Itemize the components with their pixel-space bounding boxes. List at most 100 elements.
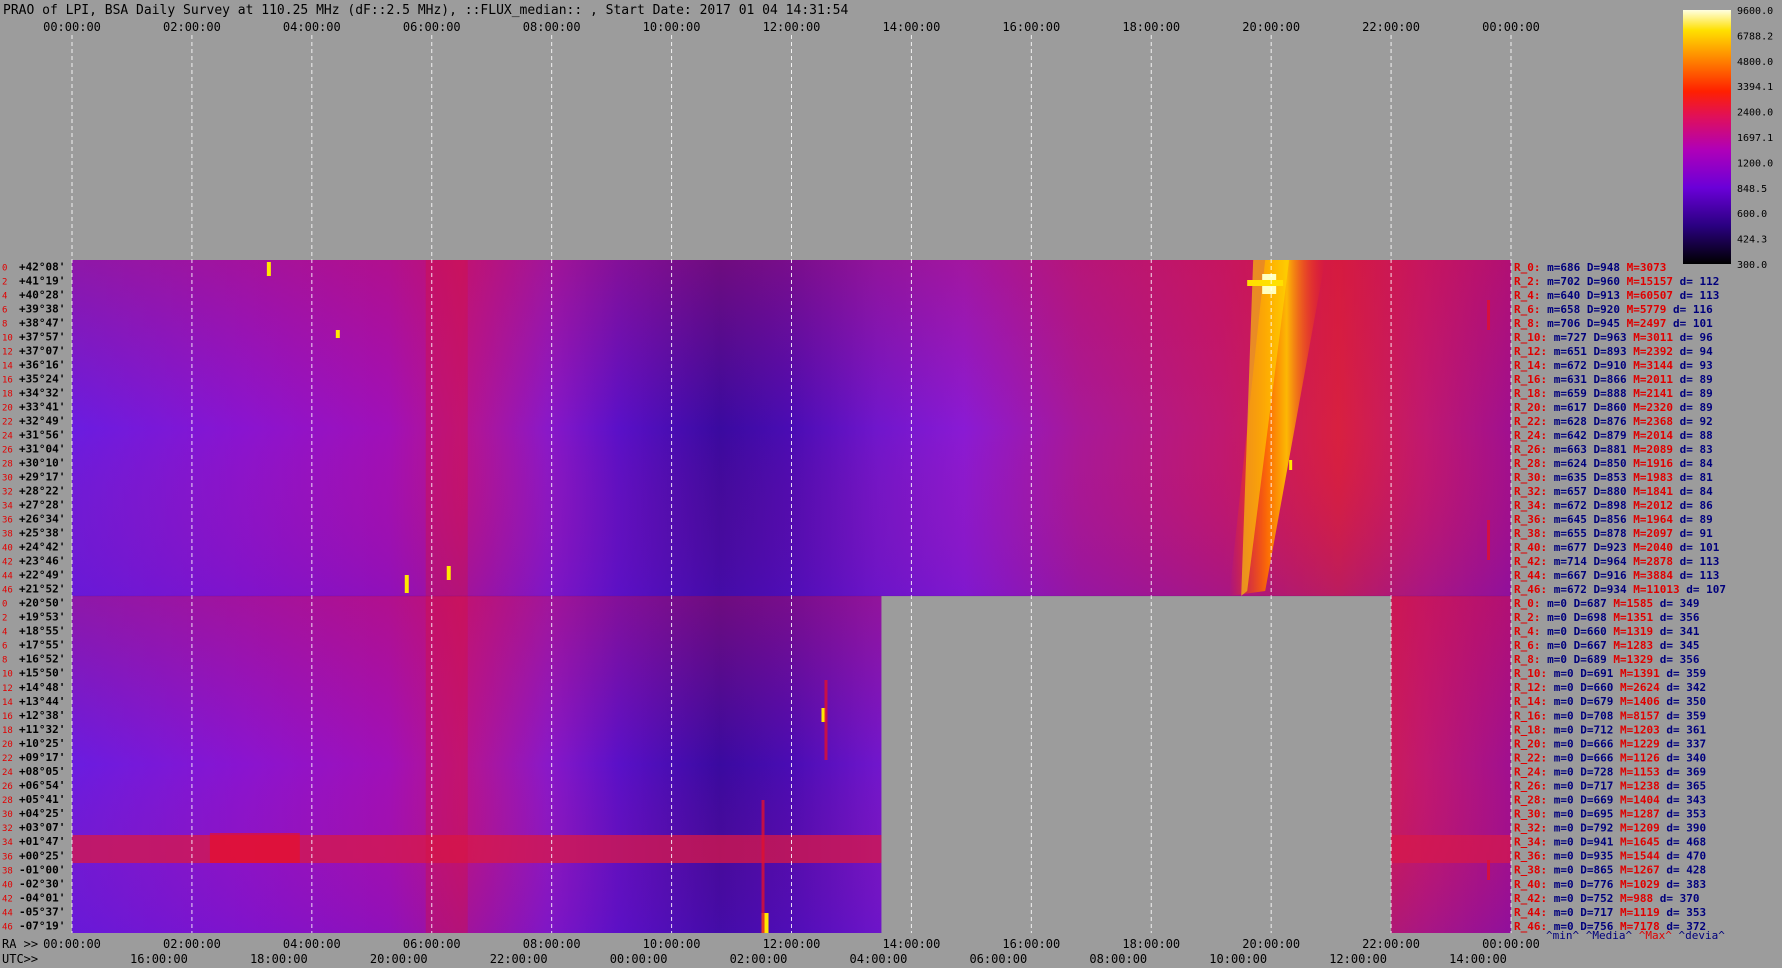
colorbar-tick-label: 4800.0 xyxy=(1737,57,1773,68)
stats-block1-row: R_44: m=667 D=916 M=3884 d= 113 xyxy=(1514,569,1719,582)
block1-row-number: 26 xyxy=(2,446,13,456)
block2-declination-label: +10°25' xyxy=(19,737,65,750)
block1-row-number: 18 xyxy=(2,390,13,400)
stats-block2-row: R_30: m=0 D=695 M=1287 d= 353 xyxy=(1514,808,1706,821)
block2-row-number: 10 xyxy=(2,670,13,680)
colorbar-tick-label: 3394.1 xyxy=(1737,82,1773,93)
colorbar-tick-label: 6788.2 xyxy=(1737,31,1773,42)
block1-row-number: 16 xyxy=(2,376,13,386)
stats-block1-row: R_18: m=659 D=888 M=2141 d= 89 xyxy=(1514,387,1713,400)
stats-block1-row: R_24: m=642 D=879 M=2014 d= 88 xyxy=(1514,429,1713,442)
block2-declination-label: +06°54' xyxy=(19,779,65,792)
block2-row-number: 42 xyxy=(2,894,13,904)
utc-tick-label: 22:00:00 xyxy=(490,952,548,966)
stats-block1-row: R_8: m=706 D=945 M=2497 d= 101 xyxy=(1514,317,1713,330)
utc-tick-label: 16:00:00 xyxy=(130,952,188,966)
stats-block2-row: R_16: m=0 D=708 M=8157 d= 359 xyxy=(1514,709,1706,722)
block2-row-number: 36 xyxy=(2,852,13,862)
stats-block1-row: R_10: m=727 D=963 M=3011 d= 96 xyxy=(1514,331,1713,344)
block1-declination-label: +31°56' xyxy=(19,429,65,442)
block2-row-number: 32 xyxy=(2,824,13,834)
block1-row-number: 40 xyxy=(2,544,13,554)
block2-row-number: 4 xyxy=(2,628,7,638)
ra-tick-label-top: 16:00:00 xyxy=(1002,20,1060,34)
block1-declination-label: +21°52' xyxy=(19,583,65,596)
block1-declination-label: +25°38' xyxy=(19,527,65,540)
stats-block1-row: R_26: m=663 D=881 M=2089 d= 83 xyxy=(1514,443,1713,456)
stats-block2-row: R_34: m=0 D=941 M=1645 d= 468 xyxy=(1514,836,1706,849)
stats-block1-row: R_22: m=628 D=876 M=2368 d= 92 xyxy=(1514,415,1713,428)
utc-tick-label: 12:00:00 xyxy=(1329,952,1387,966)
block2-declination-label: -01°00' xyxy=(19,863,65,876)
stats-block1-row: R_6: m=658 D=920 M=5779 d= 116 xyxy=(1514,303,1713,316)
ra-tick-label-bottom: 04:00:00 xyxy=(283,937,341,951)
stats-block2-row: R_20: m=0 D=666 M=1229 d= 337 xyxy=(1514,737,1706,750)
rfi-streak xyxy=(1487,300,1491,330)
colorbar-tick-label: 600.0 xyxy=(1737,209,1767,220)
block2-row-number: 8 xyxy=(2,656,7,666)
ra-tick-label-bottom: 00:00:00 xyxy=(1482,937,1540,951)
stats-block1-row: R_12: m=651 D=893 M=2392 d= 94 xyxy=(1514,345,1713,358)
block1-row-number: 8 xyxy=(2,320,7,330)
transient-spike xyxy=(335,330,340,338)
colorbar-tick-label: 1697.1 xyxy=(1737,133,1773,144)
block2-row-number: 40 xyxy=(2,880,13,890)
block1-declination-label: +23°46' xyxy=(19,555,65,568)
block1-declination-label: +37°07' xyxy=(19,345,65,358)
emission-band-peak xyxy=(209,833,300,863)
block2-row-number: 22 xyxy=(2,754,13,764)
block1-declination-label: +38°47' xyxy=(19,317,65,330)
block2-declination-label: +15°50' xyxy=(19,667,65,680)
block1-declination-label: +22°49' xyxy=(19,569,65,582)
block1-row-number: 2 xyxy=(2,278,7,288)
block2-row-number: 20 xyxy=(2,740,13,750)
block1-declination-label: +35°24' xyxy=(19,373,65,386)
stats-block2-row: R_44: m=0 D=717 M=1119 d= 353 xyxy=(1514,906,1706,919)
stats-block1-row: R_28: m=624 D=850 M=1916 d= 84 xyxy=(1514,457,1713,470)
ra-tick-label-top: 02:00:00 xyxy=(163,20,221,34)
block2-declination-label: -07°19' xyxy=(19,919,65,932)
ra-tick-label-bottom: 06:00:00 xyxy=(403,937,461,951)
block1-row-number: 4 xyxy=(2,292,7,302)
block2-declination-label: -02°30' xyxy=(19,877,65,890)
ra-axis-label: RA >> xyxy=(2,937,38,951)
block1-row-number: 44 xyxy=(2,572,13,582)
ra-tick-label-top: 00:00:00 xyxy=(1482,20,1540,34)
stats-block1-row: R_14: m=672 D=910 M=3144 d= 93 xyxy=(1514,359,1713,372)
block1-row-number: 20 xyxy=(2,404,13,414)
block1-row-number: 6 xyxy=(2,306,7,316)
block1-declination-label: +39°38' xyxy=(19,303,65,316)
rfi-streak xyxy=(1487,860,1491,880)
utc-tick-label: 10:00:00 xyxy=(1209,952,1267,966)
block1-row-number: 38 xyxy=(2,530,13,540)
ra-tick-label-top: 22:00:00 xyxy=(1362,20,1420,34)
block2-declination-label: +20°50' xyxy=(19,597,65,610)
block1-declination-label: +29°17' xyxy=(19,471,65,484)
ra-tick-label-bottom: 18:00:00 xyxy=(1122,937,1180,951)
block1-row-number: 32 xyxy=(2,488,13,498)
survey-plot-window: PRAO of LPI, BSA Daily Survey at 110.25 … xyxy=(0,0,1782,968)
block1-row-number: 34 xyxy=(2,502,13,512)
block2-row-number: 46 xyxy=(2,922,13,932)
stats-block1-row: R_32: m=657 D=880 M=1841 d= 84 xyxy=(1514,485,1713,498)
block2-row-number: 26 xyxy=(2,782,13,792)
utc-tick-label: 02:00:00 xyxy=(730,952,788,966)
block1-row-number: 24 xyxy=(2,432,13,442)
block2-row-number: 38 xyxy=(2,866,13,876)
block1-row-number: 14 xyxy=(2,362,13,372)
ra-tick-label-bottom: 08:00:00 xyxy=(523,937,581,951)
transient-spike xyxy=(266,262,271,276)
bright-source-flare xyxy=(1247,280,1284,286)
block1-row-number: 30 xyxy=(2,474,13,484)
colorbar-gradient xyxy=(1683,10,1731,264)
block2-declination-label: +01°47' xyxy=(19,835,65,848)
stats-panel: R_0: m=686 D=948 M=3073 R_2: m=702 D=960… xyxy=(1514,261,1726,942)
transient-spike xyxy=(404,575,409,593)
block2-row-number: 14 xyxy=(2,698,13,708)
utc-tick-label: 04:00:00 xyxy=(850,952,908,966)
block2-row-number: 44 xyxy=(2,908,13,918)
ra-tick-label-top: 08:00:00 xyxy=(523,20,581,34)
stats-block2-row: R_6: m=0 D=667 M=1283 d= 345 xyxy=(1514,639,1699,652)
block1-declination-label: +36°16' xyxy=(19,359,65,372)
block1-row-number: 12 xyxy=(2,348,13,358)
